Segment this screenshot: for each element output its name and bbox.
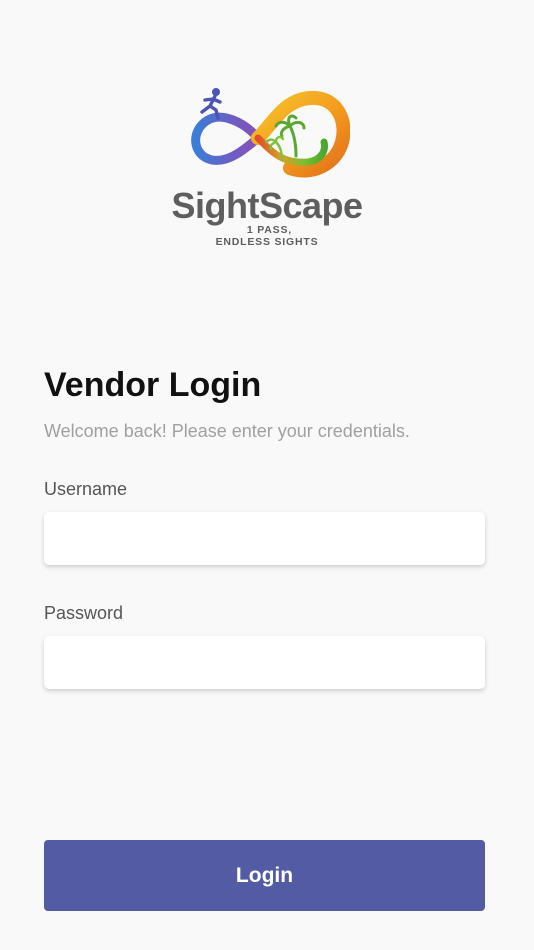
password-label: Password: [44, 603, 124, 623]
infinity-logo-icon: [191, 88, 350, 178]
brand-tagline-line1: 1 PASS,: [246, 224, 292, 236]
login-button[interactable]: Login: [44, 840, 485, 911]
username-input[interactable]: [44, 512, 485, 565]
brand-logo: SightScape 1 PASS, ENDLESS SIGHTS: [0, 78, 534, 258]
brand-name: SightScape: [171, 185, 363, 226]
username-label: Username: [44, 479, 128, 499]
password-input[interactable]: [44, 636, 485, 689]
brand-tagline: 1 PASS, ENDLESS SIGHTS: [212, 224, 322, 248]
page-title: Vendor Login: [44, 366, 262, 404]
brand-tagline-line2: ENDLESS SIGHTS: [215, 236, 319, 248]
page-subtitle: Welcome back! Please enter your credenti…: [44, 421, 410, 441]
